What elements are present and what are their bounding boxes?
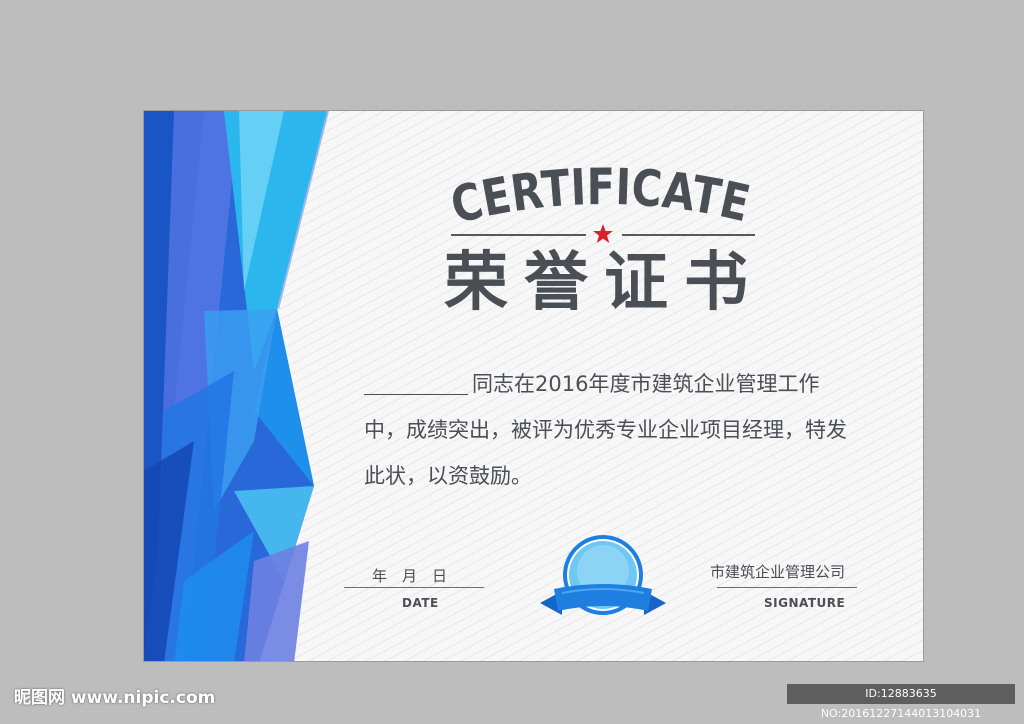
blue-geometric-art (144, 111, 329, 661)
title-divider-right (622, 234, 755, 236)
signature-caption: SIGNATURE (764, 596, 846, 610)
name-blank-line (364, 370, 468, 395)
certificate-title-cn: 荣誉证书 (444, 245, 764, 320)
date-line (344, 587, 484, 588)
image-id-watermark: ID:12883635 NO:20161227144013104031 (787, 684, 1015, 720)
certificate-title-en: CERTIFICATE (445, 158, 755, 229)
title-divider-left (451, 234, 586, 236)
svg-text:CERTIFICATE: CERTIFICATE (445, 158, 755, 229)
date-label: 年 月 日 (372, 567, 448, 585)
site-watermark: 昵图网 www.nipic.com (14, 688, 216, 708)
signature-line (717, 587, 857, 588)
star-icon (593, 224, 613, 243)
award-body: 同志在2016年度市建筑企业管理工作中，成绩突出，被评为优秀专业企业项目经理，特… (364, 361, 854, 499)
issuer-name: 市建筑企业管理公司 (710, 563, 846, 581)
date-caption: DATE (402, 596, 439, 610)
seal-medal-icon (540, 535, 666, 615)
certificate-card: CERTIFICATE 荣誉证书 同志在2016年度市建筑企业管理工作中，成绩突… (143, 110, 924, 662)
